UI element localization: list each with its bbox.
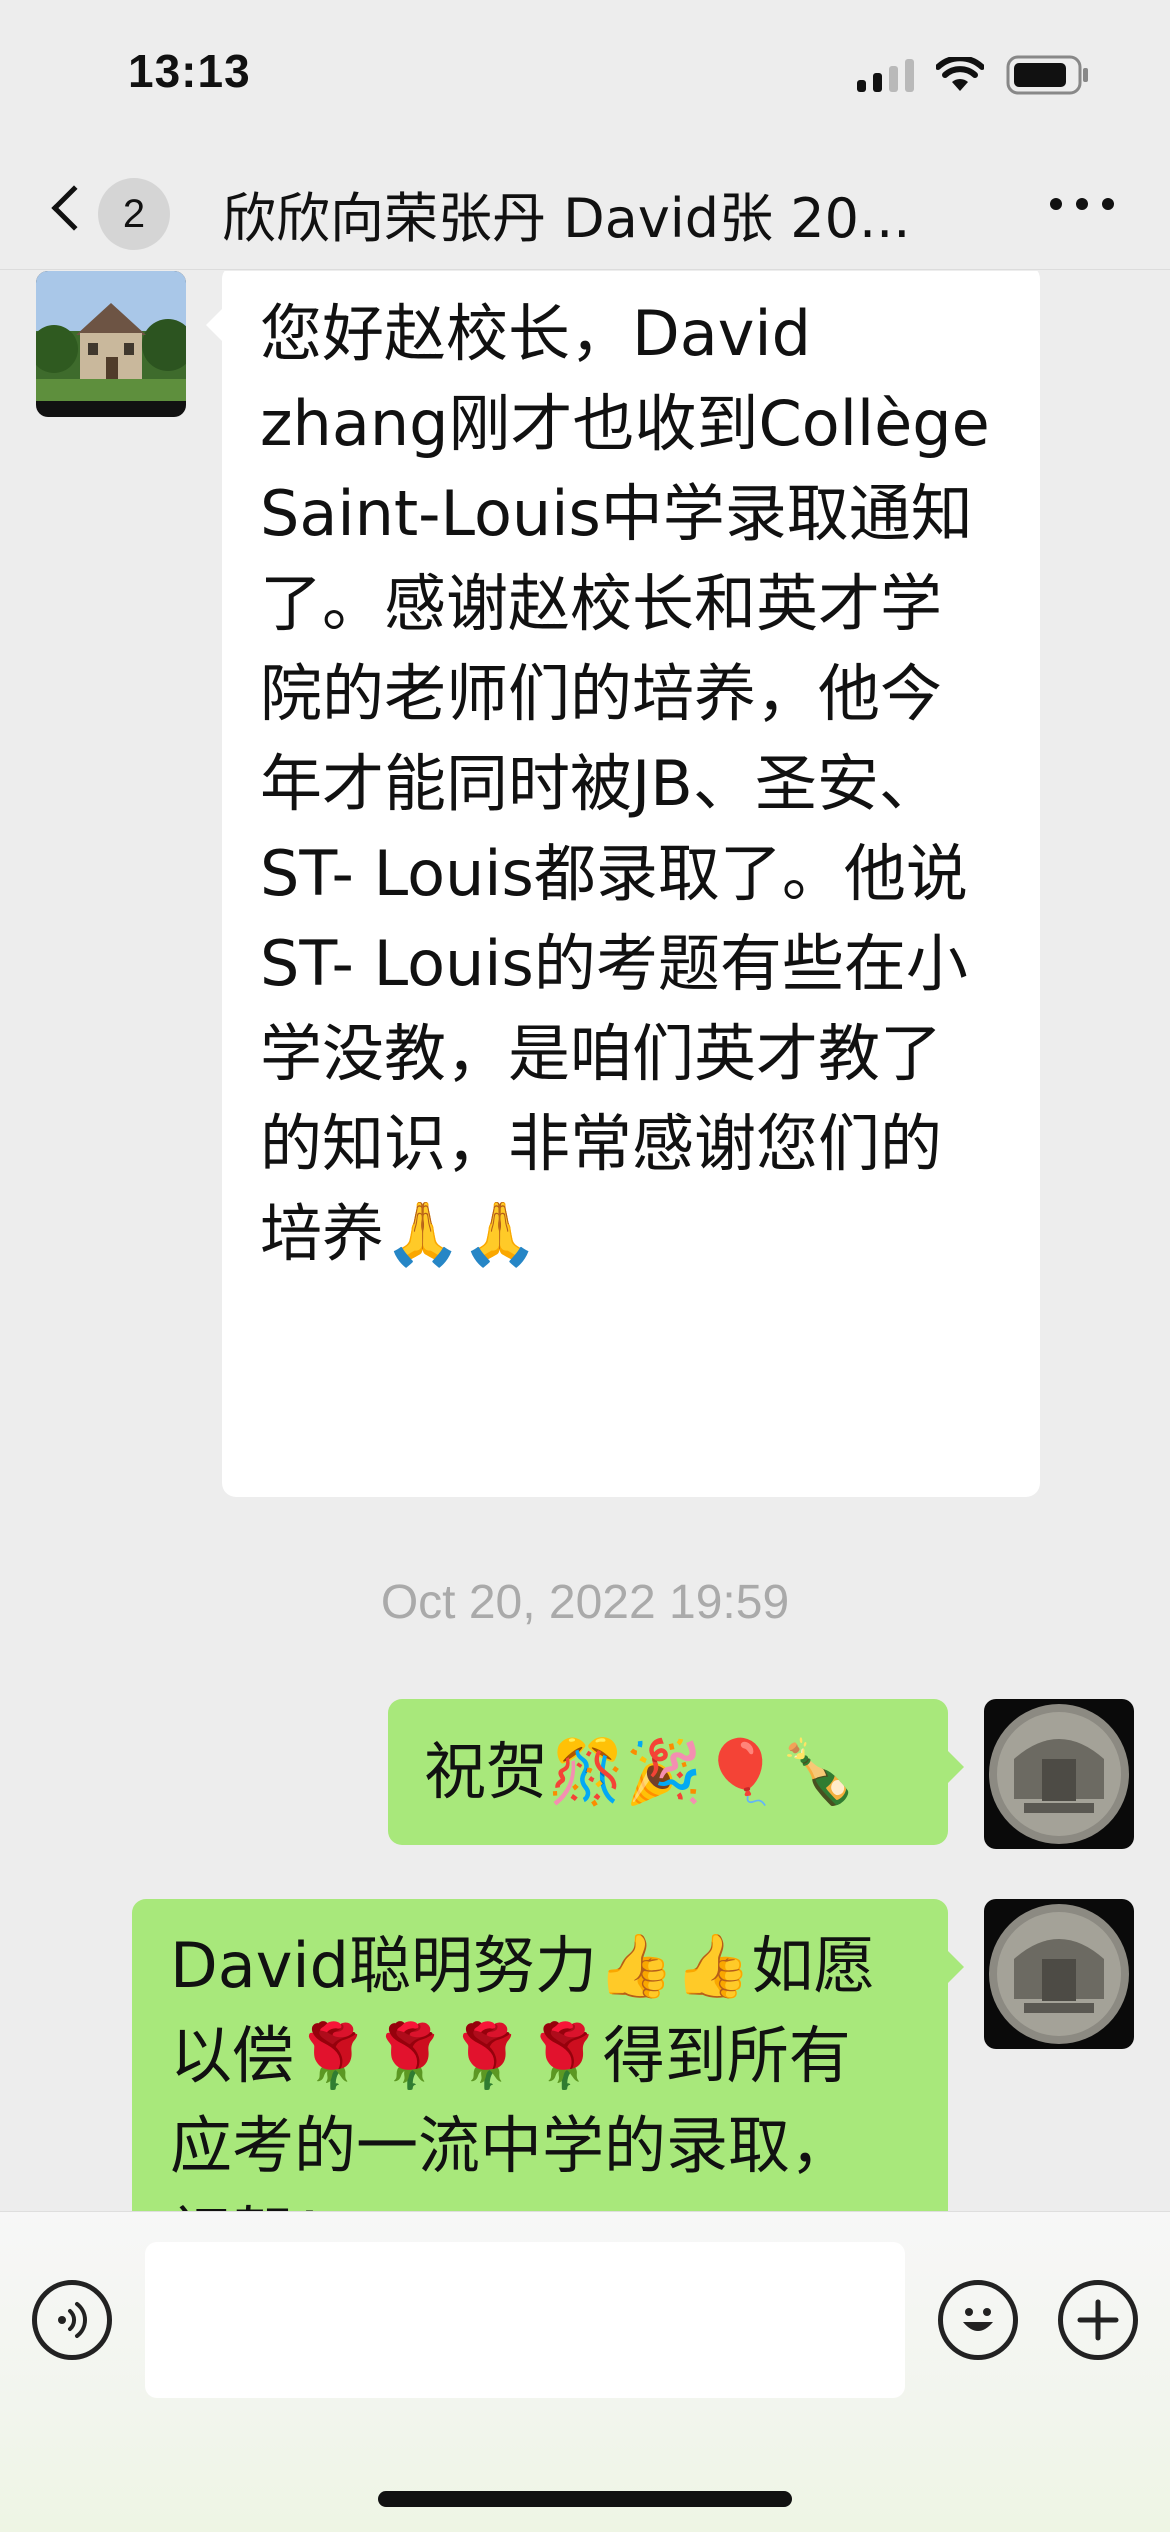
message-list[interactable]: 您好赵校长，David zhang刚才也收到Collège Saint-Loui… <box>0 271 1170 2211</box>
medal-avatar-icon <box>984 1699 1134 1849</box>
sender-avatar[interactable] <box>36 271 186 417</box>
status-time: 13:13 <box>128 45 251 97</box>
emoji-icon <box>963 2308 993 2331</box>
status-icons <box>857 52 1090 98</box>
status-bar: 13:13 <box>0 0 1170 150</box>
voice-button[interactable] <box>32 2280 112 2360</box>
unread-badge: 2 <box>98 178 170 250</box>
emoji-button[interactable] <box>938 2280 1018 2360</box>
battery-icon <box>1006 55 1088 95</box>
my-avatar[interactable] <box>984 1699 1134 1849</box>
house-photo-icon <box>36 271 186 417</box>
more-dot-icon <box>1050 198 1062 210</box>
cellular-signal-icon <box>857 58 914 92</box>
message-text: David聪明努力👍👍如愿以偿🌹🌹🌹🌹得到所有应考的一流中学的录取，祝贺！ <box>170 1929 876 2211</box>
message-input[interactable] <box>145 2242 905 2398</box>
more-functions-button[interactable] <box>1058 2280 1138 2360</box>
more-dot-icon <box>1102 198 1114 210</box>
incoming-message-bubble[interactable]: 您好赵校长，David zhang刚才也收到Collège Saint-Loui… <box>206 271 1040 1497</box>
message-text: 祝贺🎊🎉🎈🍾 <box>424 1735 857 1808</box>
message-timestamp: Oct 20, 2022 19:59 <box>380 1576 790 1629</box>
wifi-icon <box>936 57 984 91</box>
medal-avatar-icon <box>984 1899 1134 2049</box>
chat-title: 欣欣向荣张丹 David张 20... <box>222 187 911 250</box>
outgoing-message-bubble[interactable]: 祝贺🎊🎉🎈🍾 <box>388 1699 964 1845</box>
voice-icon <box>58 2302 87 2338</box>
add-icon <box>1077 2299 1119 2341</box>
input-bar <box>0 2211 1170 2532</box>
my-avatar[interactable] <box>984 1899 1134 2049</box>
message-text: 您好赵校长，David zhang刚才也收到Collège Saint-Loui… <box>260 297 990 1270</box>
chevron-left-icon <box>51 185 97 231</box>
outgoing-message-bubble[interactable]: David聪明努力👍👍如愿以偿🌹🌹🌹🌹得到所有应考的一流中学的录取，祝贺！ <box>132 1899 964 2211</box>
back-button[interactable]: 2 <box>40 176 190 250</box>
more-dot-icon <box>1076 198 1088 210</box>
chat-header: 2 欣欣向荣张丹 David张 20... <box>0 150 1170 270</box>
home-indicator[interactable] <box>378 2491 792 2507</box>
more-options-button[interactable] <box>1050 198 1114 210</box>
